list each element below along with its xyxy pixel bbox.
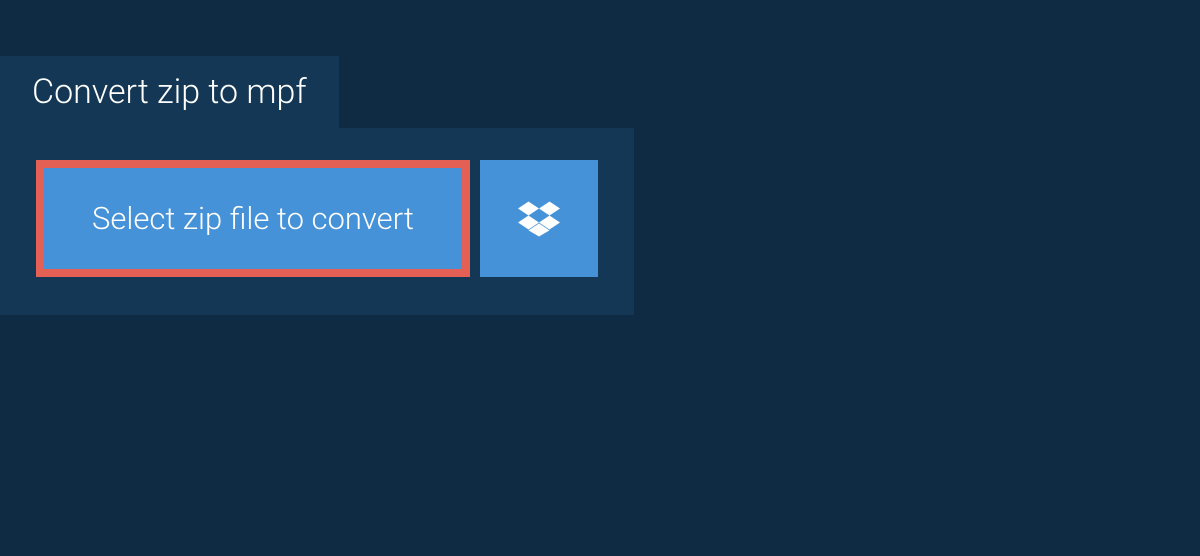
select-file-label: Select zip file to convert [92, 200, 414, 237]
tab-title: Convert zip to mpf [32, 72, 307, 112]
dropbox-icon [518, 198, 560, 240]
tab-bar: Convert zip to mpf [0, 56, 1200, 128]
select-file-button[interactable]: Select zip file to convert [36, 160, 470, 277]
converter-panel: Select zip file to convert [0, 128, 634, 315]
button-row: Select zip file to convert [36, 160, 598, 277]
dropbox-button[interactable] [480, 160, 598, 277]
tab-convert[interactable]: Convert zip to mpf [0, 56, 339, 128]
